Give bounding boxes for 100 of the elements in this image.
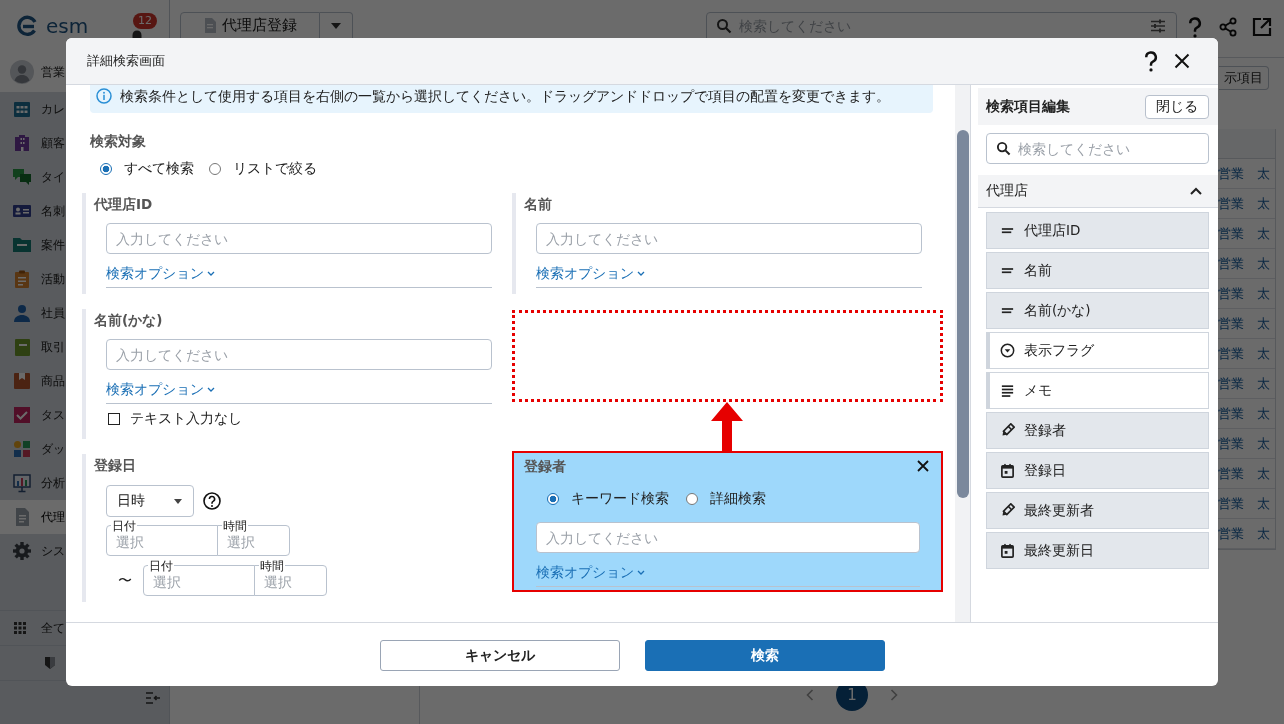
logo-text: esm bbox=[46, 14, 89, 38]
table-link[interactable]: 太 bbox=[1257, 224, 1270, 243]
table-link[interactable]: 太 bbox=[1257, 284, 1270, 303]
table-link[interactable]: 営業 bbox=[1217, 464, 1257, 483]
radio-button[interactable] bbox=[547, 493, 559, 505]
collapse-icon[interactable] bbox=[145, 691, 161, 705]
dropdown-button[interactable] bbox=[320, 12, 353, 39]
close-button[interactable]: 閉じる bbox=[1145, 94, 1209, 119]
table-link[interactable]: 営業 bbox=[1217, 284, 1257, 303]
document-icon bbox=[203, 18, 216, 33]
field-label: 名前 bbox=[524, 195, 553, 213]
field-label: 登録者 bbox=[524, 457, 566, 475]
table-link[interactable]: 太 bbox=[1257, 254, 1270, 273]
table-link[interactable]: 太 bbox=[1257, 434, 1270, 453]
dialog-title: 詳細検索画面 bbox=[87, 52, 165, 70]
table-link[interactable]: 営業 bbox=[1217, 194, 1257, 213]
text-input[interactable]: 入力してください bbox=[106, 339, 492, 370]
help-icon[interactable] bbox=[203, 492, 221, 510]
table-link[interactable]: 太 bbox=[1257, 404, 1270, 423]
grid-icon bbox=[14, 622, 26, 634]
pencil-icon bbox=[1000, 423, 1015, 438]
table-link[interactable]: 営業 bbox=[1217, 224, 1257, 243]
section-label: 検索対象 bbox=[90, 132, 147, 150]
table-link[interactable]: 太 bbox=[1257, 314, 1270, 333]
field-item[interactable]: 登録者 bbox=[986, 412, 1209, 449]
table-link[interactable]: 営業 bbox=[1217, 494, 1257, 513]
field-item[interactable]: 登録日 bbox=[986, 452, 1209, 489]
search-option-link[interactable]: 検索オプション bbox=[536, 264, 645, 282]
sidebar-item[interactable]: 代理 bbox=[0, 500, 66, 534]
table-link[interactable]: 太 bbox=[1257, 164, 1270, 183]
search-button[interactable]: 検索 bbox=[645, 640, 885, 671]
unit-select[interactable]: 日時 bbox=[106, 485, 194, 517]
table-link[interactable]: 営業 bbox=[1217, 434, 1257, 453]
table-link[interactable]: 営業 bbox=[1217, 164, 1257, 183]
search-field[interactable]: 検索してください bbox=[986, 133, 1209, 164]
table-link[interactable]: 太 bbox=[1257, 524, 1270, 543]
table-link[interactable]: 太 bbox=[1257, 194, 1270, 213]
field-label: 登録日 bbox=[94, 456, 137, 474]
table-link[interactable]: 太 bbox=[1257, 344, 1270, 363]
all-menu-item[interactable]: 全て bbox=[0, 611, 66, 645]
field-item[interactable]: 代理店ID bbox=[986, 212, 1209, 249]
cancel-button[interactable]: キャンセル bbox=[380, 640, 620, 671]
table-link[interactable]: 営業 bbox=[1217, 254, 1257, 273]
search-option-link[interactable]: 検索オプション bbox=[106, 380, 215, 398]
chevron-down-icon bbox=[207, 270, 215, 276]
table-link[interactable]: 太 bbox=[1257, 464, 1270, 483]
search-icon bbox=[716, 18, 732, 34]
radio-button[interactable] bbox=[100, 163, 112, 175]
sliders-icon[interactable] bbox=[1150, 18, 1166, 34]
close-icon[interactable] bbox=[1174, 53, 1190, 69]
radio-label: 詳細検索 bbox=[710, 490, 766, 508]
building-icon bbox=[12, 133, 32, 153]
table-link[interactable]: 営業 bbox=[1217, 374, 1257, 393]
field-item[interactable]: メモ bbox=[986, 372, 1209, 409]
radio-label: キーワード検索 bbox=[571, 490, 669, 508]
field-item[interactable]: 最終更新者 bbox=[986, 492, 1209, 529]
field-label: 日付 bbox=[111, 520, 137, 532]
dashboard-icon bbox=[12, 439, 32, 459]
page-menu-button[interactable]: 代理店登録 bbox=[180, 12, 320, 39]
search-option-link[interactable]: 検索オプション bbox=[106, 264, 215, 282]
avatar-icon[interactable] bbox=[10, 60, 34, 84]
text-input[interactable]: 入力してください bbox=[536, 522, 920, 553]
radio-button[interactable] bbox=[209, 163, 221, 175]
box-icon bbox=[12, 371, 32, 391]
chat-icon bbox=[12, 167, 32, 187]
table-link[interactable]: 営業 bbox=[1217, 404, 1257, 423]
scrollbar-thumb[interactable] bbox=[957, 130, 969, 498]
chevron-down-icon bbox=[637, 569, 645, 575]
text-input[interactable]: 入力してください bbox=[106, 223, 492, 254]
shield-icon[interactable] bbox=[44, 656, 56, 670]
field-item[interactable]: 表示フラグ bbox=[986, 332, 1209, 369]
checkbox[interactable] bbox=[108, 413, 120, 425]
external-link-icon[interactable] bbox=[1252, 17, 1272, 37]
table-link[interactable]: 太 bbox=[1257, 374, 1270, 393]
field-item[interactable]: 名前 bbox=[986, 252, 1209, 289]
help-icon[interactable] bbox=[1144, 50, 1158, 72]
radio-button[interactable] bbox=[686, 493, 698, 505]
dropdown-icon bbox=[1000, 343, 1015, 358]
share-icon[interactable] bbox=[1218, 17, 1238, 37]
gear-icon bbox=[12, 541, 32, 561]
table-link[interactable]: 太 bbox=[1257, 494, 1270, 513]
paragraph-icon bbox=[1000, 383, 1015, 398]
group-header[interactable]: 代理店 bbox=[978, 175, 1218, 208]
field-item[interactable]: 名前(かな) bbox=[986, 292, 1209, 329]
field-card[interactable]: 登録者 キーワード検索 詳細検索 入力してください 検索オプション bbox=[512, 451, 943, 592]
field-label: 名前(かな) bbox=[94, 311, 164, 329]
table-link[interactable]: 営業 bbox=[1217, 344, 1257, 363]
table-link[interactable]: 営業 bbox=[1217, 524, 1257, 543]
field-label: 日付 bbox=[148, 560, 174, 572]
field-item[interactable]: 最終更新日 bbox=[986, 532, 1209, 569]
close-icon[interactable] bbox=[917, 460, 929, 472]
text-input[interactable]: 入力してください bbox=[536, 223, 922, 254]
table-link[interactable]: 営業 bbox=[1217, 314, 1257, 333]
search-option-link[interactable]: 検索オプション bbox=[536, 563, 645, 581]
info-text: 検索条件として使用する項目を右側の一覧から選択してください。ドラッグアンドドロップで項目の配置を変更できます。 bbox=[120, 87, 890, 105]
calendar-icon bbox=[12, 99, 32, 119]
info-icon bbox=[96, 88, 112, 104]
pencil-icon bbox=[1000, 503, 1015, 518]
user-name: 営業 bbox=[41, 63, 65, 81]
display-items-button[interactable]: 示項目 bbox=[1219, 66, 1269, 90]
